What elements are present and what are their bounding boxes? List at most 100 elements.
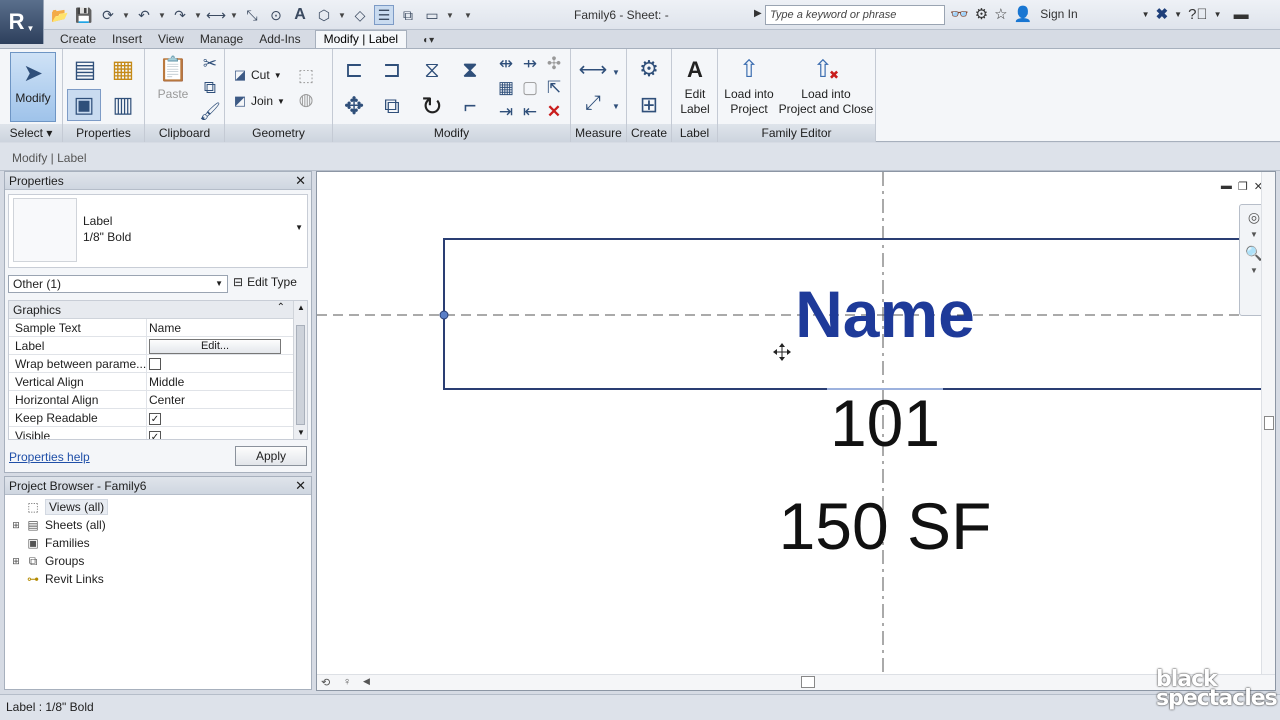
subscription-icon[interactable]: ⚙ bbox=[975, 5, 988, 23]
tab-add-ins[interactable]: Add-Ins bbox=[251, 31, 308, 48]
edit-label-button[interactable]: A Edit Label bbox=[676, 53, 714, 117]
split-gap-icon[interactable]: ⇸ bbox=[519, 53, 541, 75]
copy-icon[interactable]: ⧉ bbox=[199, 77, 221, 99]
binoculars-icon[interactable]: 👓 bbox=[950, 5, 969, 23]
tree-item-sheets[interactable]: ⊞ ▤ Sheets (all) bbox=[11, 516, 311, 534]
tab-modify-label[interactable]: Modify | Label bbox=[314, 30, 408, 48]
close-icon[interactable]: ✕ bbox=[295, 478, 306, 494]
horizontal-align-value[interactable]: Center bbox=[147, 391, 307, 408]
exchange-dropdown-icon[interactable]: ▼ bbox=[1174, 10, 1182, 19]
join-dropdown-icon[interactable]: ▼ bbox=[277, 97, 285, 106]
measure-dropdown-icon[interactable]: ▼ bbox=[230, 11, 238, 20]
sign-in-dropdown-icon[interactable]: ▼ bbox=[1142, 10, 1150, 19]
tag-icon[interactable]: ⊙ bbox=[266, 5, 286, 25]
create-similar-icon[interactable]: ⚙ bbox=[633, 53, 665, 85]
visible-checkbox[interactable]: ✓ bbox=[149, 431, 161, 439]
tab-view[interactable]: View bbox=[150, 31, 192, 48]
tree-item-revit-links[interactable]: ⊶ Revit Links bbox=[11, 570, 311, 588]
pin-icon[interactable]: ✣ bbox=[543, 53, 565, 75]
tree-item-groups[interactable]: ⊞ ⧉ Groups bbox=[11, 552, 311, 570]
label-name-text[interactable]: Name bbox=[795, 277, 975, 351]
dimension-icon[interactable]: ⤡ bbox=[242, 5, 262, 25]
unpin-icon[interactable]: ⇱ bbox=[543, 77, 565, 99]
tree-item-views[interactable]: ⬚ Views (all) bbox=[11, 498, 311, 516]
split-element-icon[interactable]: ⇹ bbox=[495, 53, 517, 75]
family-category-icon[interactable]: ▥ bbox=[107, 89, 139, 121]
tab-create[interactable]: Create bbox=[52, 31, 104, 48]
mirror-pick-axis-icon[interactable]: ⧖ bbox=[417, 55, 447, 85]
help-search-input[interactable]: Type a keyword or phrase bbox=[765, 5, 945, 25]
paste-button[interactable]: 📋 Paste bbox=[153, 53, 193, 102]
scale-icon[interactable]: ▢ bbox=[519, 77, 541, 99]
exchange-apps-icon[interactable]: ✖ bbox=[1156, 5, 1169, 23]
join-button[interactable]: ◩ Join ▼ bbox=[233, 93, 285, 109]
favorites-star-icon[interactable]: ☆ bbox=[994, 5, 1007, 23]
open-icon[interactable]: 📂 bbox=[50, 5, 70, 25]
cut-button[interactable]: ◪ Cut ▼ bbox=[233, 67, 282, 83]
user-icon[interactable]: 👤 bbox=[1014, 5, 1033, 23]
create-group-icon[interactable]: ⊞ bbox=[633, 89, 665, 121]
horizontal-scroll-thumb[interactable] bbox=[801, 676, 815, 688]
trim-single-icon[interactable]: ⇥ bbox=[495, 101, 517, 123]
switch-windows-dropdown-icon[interactable]: ▼ bbox=[446, 11, 454, 20]
cut-dropdown-icon[interactable]: ▼ bbox=[274, 71, 282, 80]
group-graphics[interactable]: Graphics ⌃ bbox=[9, 301, 307, 319]
expand-arrow-icon[interactable]: ▶ bbox=[754, 8, 762, 19]
type-selector[interactable]: Label 1/8" Bold ▼ bbox=[8, 194, 308, 268]
modify-button[interactable]: ➤ Modify bbox=[10, 52, 56, 122]
chevron-down-icon[interactable]: ▼ bbox=[295, 223, 303, 232]
apply-button[interactable]: Apply bbox=[235, 446, 307, 466]
trim-multiple-icon[interactable]: ⇤ bbox=[519, 101, 541, 123]
rotate-icon[interactable]: ↻ bbox=[417, 91, 447, 121]
panel-label-select[interactable]: Select ▾ bbox=[0, 124, 62, 142]
application-menu-button[interactable]: R ▼ bbox=[0, 0, 44, 44]
label-grip-handle[interactable] bbox=[439, 310, 449, 320]
vertical-scroll-thumb[interactable] bbox=[1264, 416, 1274, 430]
help-icon[interactable]: ?⃝ bbox=[1188, 6, 1208, 23]
drawing-area[interactable]: Name 101 150 SF ▬ ❐ ✕ ◎ ▼ 🔍 ▼ ⟲ ♀ ◀ bbox=[316, 171, 1276, 691]
sign-in-link[interactable]: Sign In bbox=[1040, 7, 1077, 21]
switch-windows-icon[interactable]: ▭ bbox=[422, 5, 442, 25]
measure-between-icon[interactable]: ⟷ bbox=[575, 55, 611, 83]
redo-dropdown-icon[interactable]: ▼ bbox=[194, 11, 202, 20]
mirror-draw-axis-icon[interactable]: ⧗ bbox=[455, 55, 485, 85]
close-hidden-windows-icon[interactable]: ⧉ bbox=[398, 5, 418, 25]
dimension-dropdown-icon[interactable]: ▼ bbox=[611, 95, 621, 117]
match-type-icon[interactable]: 🖌 bbox=[199, 101, 221, 123]
offset-icon[interactable]: ⊐ bbox=[377, 55, 407, 85]
copy-element-icon[interactable]: ⧉ bbox=[377, 91, 407, 121]
measure-dropdown-icon[interactable]: ▼ bbox=[611, 61, 621, 83]
scroll-left-icon[interactable]: ◀ bbox=[363, 676, 370, 687]
close-icon[interactable]: ✕ bbox=[295, 173, 306, 189]
undo-dropdown-icon[interactable]: ▼ bbox=[158, 11, 166, 20]
label-number-text[interactable]: 101 bbox=[830, 386, 940, 460]
expand-icon[interactable]: ⊞ bbox=[11, 520, 21, 531]
visual-style-icon[interactable]: ⟲ bbox=[321, 676, 330, 689]
scroll-up-icon[interactable]: ▲ bbox=[297, 303, 305, 312]
redo-icon[interactable]: ↷ bbox=[170, 5, 190, 25]
customize-qat-icon[interactable]: ▼ bbox=[464, 11, 472, 20]
3d-view-icon[interactable]: ⬡ bbox=[314, 5, 334, 25]
scissors-icon[interactable]: ✂ bbox=[199, 53, 221, 75]
tab-insert[interactable]: Insert bbox=[104, 31, 150, 48]
tab-manage[interactable]: Manage bbox=[192, 31, 251, 48]
load-into-project-and-close-button[interactable]: ⇧ ✖ Load into Project and Close bbox=[778, 53, 874, 117]
sync-icon[interactable]: ⟳ bbox=[98, 5, 118, 25]
ribbon-minimize-toggle-icon[interactable]: ◐▾ bbox=[423, 35, 434, 48]
edit-type-button[interactable]: ⊟ Edit Type bbox=[233, 275, 297, 289]
expand-icon[interactable]: ⊞ bbox=[11, 556, 21, 567]
collapse-icon[interactable]: ⌃ bbox=[277, 302, 285, 313]
tree-item-families[interactable]: ▣ Families bbox=[11, 534, 311, 552]
properties-scrollbar[interactable]: ▲ ▼ bbox=[293, 301, 307, 439]
thin-lines-icon[interactable]: ☰ bbox=[374, 5, 394, 25]
reveal-hidden-icon[interactable]: ♀ bbox=[343, 676, 351, 688]
wall-joins-icon[interactable]: ⬚ bbox=[295, 65, 317, 87]
family-types-icon[interactable]: ▣ bbox=[67, 89, 101, 121]
move-icon[interactable]: ✥ bbox=[339, 91, 369, 121]
properties-help-link[interactable]: Properties help bbox=[9, 450, 90, 464]
align-icon[interactable]: ⊏ bbox=[339, 55, 369, 85]
label-area-text[interactable]: 150 SF bbox=[779, 489, 992, 563]
properties-icon[interactable]: ▤ bbox=[69, 53, 101, 85]
save-icon[interactable]: 💾 bbox=[74, 5, 94, 25]
vertical-align-value[interactable]: Middle bbox=[147, 373, 307, 390]
